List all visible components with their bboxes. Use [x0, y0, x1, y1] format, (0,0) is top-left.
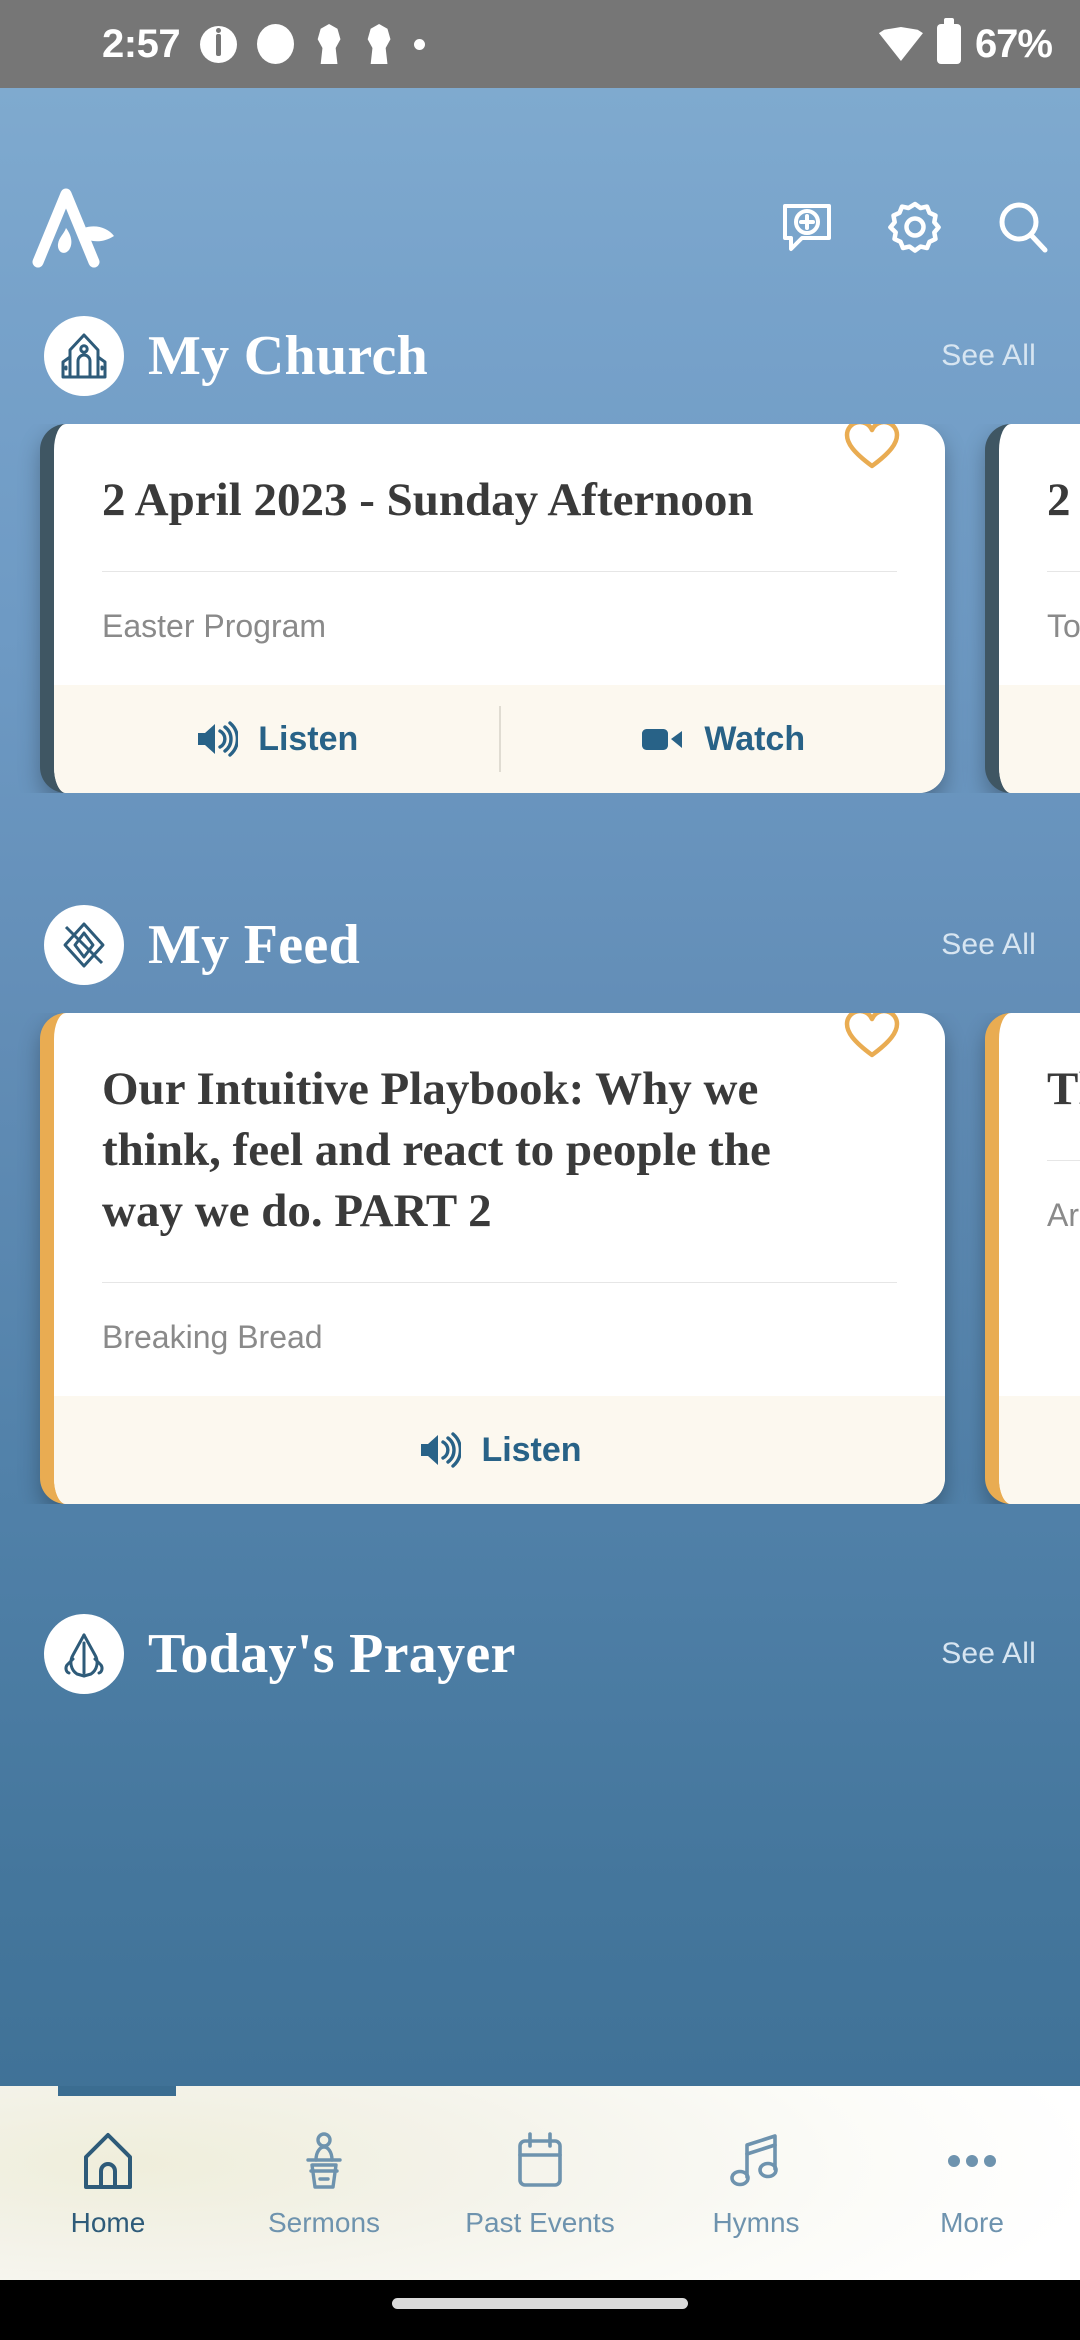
church-card[interactable]: 2 To [985, 424, 1080, 794]
info-icon [200, 25, 238, 63]
card-actions: Listen Watch [54, 685, 946, 794]
nav-label-sermons: Sermons [267, 2207, 381, 2238]
card-actions [999, 1396, 1080, 1505]
status-bar-left: 2:57 [102, 21, 426, 67]
card-subtitle: Breaking Bread [102, 1319, 323, 1356]
nav-label-hymns: Hymns [712, 2207, 800, 2238]
section-title: My Feed [148, 914, 361, 977]
video-camera-icon [642, 729, 683, 751]
card-title: Our Intuitive Playbook: Why we think, fe… [102, 1063, 771, 1238]
church-card[interactable]: 2 April 2023 - Sunday Afternoon Easter P… [40, 424, 946, 794]
home-icon [84, 2133, 132, 2189]
card-body: Th Ar [999, 1013, 1080, 1396]
card-actions [999, 685, 1080, 794]
card-body: Our Intuitive Playbook: Why we think, fe… [54, 1013, 945, 1396]
card-body: 2 April 2023 - Sunday Afternoon Easter P… [54, 424, 945, 685]
add-chat-icon[interactable] [776, 196, 838, 258]
heart-icon[interactable] [843, 424, 901, 475]
listen-button[interactable]: Listen [54, 720, 499, 759]
main-scroll-area[interactable]: My Church See All 2 April 2023 - Sunday … [0, 88, 1080, 2340]
card-subtitle: Easter Program [102, 608, 327, 645]
location-pin-icon [367, 24, 391, 64]
nav-label-past-events: Past Events [465, 2207, 615, 2238]
card-title: 2 [1047, 474, 1071, 526]
status-bar: 2:57 67% [0, 0, 1080, 88]
card-title: 2 April 2023 - Sunday Afternoon [102, 474, 754, 526]
search-icon[interactable] [992, 196, 1054, 258]
gear-icon[interactable] [884, 196, 946, 258]
see-all-my-church[interactable]: See All [941, 339, 1036, 373]
section-header-my-church: My Church See All [0, 310, 1080, 402]
music-note-icon [730, 2134, 778, 2187]
nav-item-home[interactable]: Home [0, 2086, 216, 2280]
carousel-my-feed[interactable]: Our Intuitive Playbook: Why we think, fe… [0, 1013, 1080, 1505]
nav-item-sermons[interactable]: Sermons [216, 2086, 432, 2280]
nav-item-more[interactable]: More [864, 2086, 1080, 2280]
nav-label-home: Home [70, 2207, 146, 2238]
location-pin-icon [317, 24, 341, 64]
speaker-icon [198, 721, 239, 757]
card-subtitle: Ar [1047, 1197, 1079, 1234]
feed-card[interactable]: Our Intuitive Playbook: Why we think, fe… [40, 1013, 945, 1505]
feed-card[interactable]: Th Ar [985, 1013, 1080, 1505]
listen-label: Listen [258, 719, 359, 758]
phone-screen: 2:57 67% My Church See All 2 April 2023 … [0, 0, 1080, 2340]
section-header-my-feed: My Feed See All [0, 899, 1080, 991]
nav-label-more: More [940, 2207, 1004, 2238]
watch-label: Watch [704, 719, 806, 758]
nav-item-hymns[interactable]: Hymns [648, 2086, 864, 2280]
battery-icon [936, 18, 961, 64]
card-subtitle: To [1047, 608, 1080, 645]
card-body: 2 To [999, 424, 1080, 685]
praying-hands-icon [44, 1614, 124, 1695]
section-title: Today's Prayer [148, 1623, 516, 1686]
active-tab-indicator [58, 2086, 176, 2096]
dot-icon [414, 38, 426, 50]
see-all-todays-prayer[interactable]: See All [941, 1637, 1036, 1671]
card-title: Th [1047, 1063, 1080, 1116]
status-notification-icons [200, 24, 426, 64]
app-bar [0, 176, 1080, 278]
status-bar-right: 67% [878, 18, 1053, 67]
heart-icon[interactable] [843, 1013, 901, 1064]
status-time: 2:57 [102, 21, 181, 66]
system-home-indicator[interactable] [0, 2280, 1080, 2340]
speaker-icon [421, 1432, 462, 1469]
prayer-flame-logo[interactable] [26, 184, 122, 270]
see-all-my-feed[interactable]: See All [941, 928, 1036, 962]
wifi-icon [878, 27, 923, 61]
section-title: My Church [148, 325, 429, 387]
ellipsis-icon [948, 2155, 996, 2167]
section-header-todays-prayer: Today's Prayer See All [0, 1608, 1080, 1700]
listen-label: Listen [481, 1430, 582, 1469]
listen-button[interactable]: Listen [54, 1431, 945, 1470]
card-actions: Listen [54, 1396, 945, 1505]
watch-button[interactable]: Watch [501, 720, 946, 759]
pulpit-icon [306, 2132, 342, 2189]
battery-percent: 67% [974, 21, 1053, 66]
church-icon [44, 316, 124, 396]
bottom-navigation: Home Sermons Past Events Hymns More [0, 2086, 1080, 2280]
carousel-my-church[interactable]: 2 April 2023 - Sunday Afternoon Easter P… [0, 424, 1080, 794]
app-bar-actions [776, 196, 1054, 258]
nav-item-past-events[interactable]: Past Events [432, 2086, 648, 2280]
calendar-icon [518, 2132, 562, 2187]
circle-icon [257, 24, 295, 64]
feed-diamond-icon [44, 905, 124, 986]
